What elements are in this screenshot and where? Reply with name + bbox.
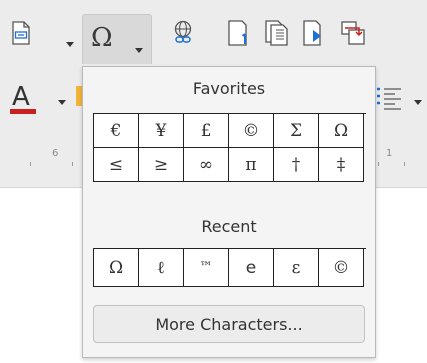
font-color-dropdown-arrow[interactable] (56, 96, 68, 108)
favorite-char-copyright[interactable]: © (229, 114, 274, 148)
favorite-char-euro[interactable]: € (94, 114, 139, 148)
favorite-char-less-equal[interactable]: ≤ (94, 148, 139, 182)
insert-field-dropdown-arrow[interactable] (64, 38, 76, 50)
favorites-grid: € ¥ £ © Σ Ω ≤ ≥ ∞ π † ‡ (93, 113, 366, 182)
favorite-char-yen[interactable]: ¥ (139, 114, 184, 148)
favorites-heading: Favorites (192, 79, 266, 98)
font-color-swatch (10, 109, 36, 114)
special-character-button[interactable]: Ω (82, 14, 152, 64)
recent-char-trademark[interactable]: ™ (184, 249, 229, 287)
endnote-icon[interactable] (262, 18, 292, 48)
paragraph-align-icon[interactable] (374, 84, 404, 114)
more-characters-button[interactable]: More Characters... (93, 305, 365, 343)
favorite-char-pound[interactable]: £ (184, 114, 229, 148)
recent-heading: Recent (201, 217, 257, 236)
favorite-char-omega[interactable]: Ω (319, 114, 364, 148)
recent-char-epsilon[interactable]: ε (274, 249, 319, 287)
insert-field-icon[interactable] (6, 18, 36, 48)
special-character-dropdown-arrow[interactable] (135, 38, 143, 57)
recent-char-omega[interactable]: Ω (94, 249, 139, 287)
recent-char-copyright[interactable]: © (319, 249, 364, 287)
recent-char-script-l[interactable]: ℓ (139, 249, 184, 287)
favorite-char-double-dagger[interactable]: ‡ (319, 148, 364, 182)
paragraph-align-dropdown-arrow[interactable] (412, 96, 424, 108)
hyperlink-icon[interactable] (168, 18, 198, 48)
ruler-number: 6 (52, 148, 59, 159)
favorite-char-infinity[interactable]: ∞ (184, 148, 229, 182)
favorite-char-pi[interactable]: π (229, 148, 274, 182)
recent-grid: Ω ℓ ™ e ε © (93, 248, 366, 287)
ruler-number: 1 (386, 148, 393, 159)
favorite-char-greater-equal[interactable]: ≥ (139, 148, 184, 182)
favorite-char-dagger[interactable]: † (274, 148, 319, 182)
special-character-icon: Ω (91, 23, 113, 53)
cross-reference-icon[interactable] (338, 18, 368, 48)
footnote-icon[interactable] (224, 18, 254, 48)
font-color-icon: A (12, 82, 30, 112)
font-color-button[interactable]: A (8, 82, 38, 114)
recent-char-e[interactable]: e (229, 249, 274, 287)
favorite-char-sigma[interactable]: Σ (274, 114, 319, 148)
bookmark-icon[interactable] (300, 18, 330, 48)
special-characters-popup: Favorites € ¥ £ © Σ Ω ≤ ≥ ∞ π † ‡ Recent… (82, 66, 376, 358)
